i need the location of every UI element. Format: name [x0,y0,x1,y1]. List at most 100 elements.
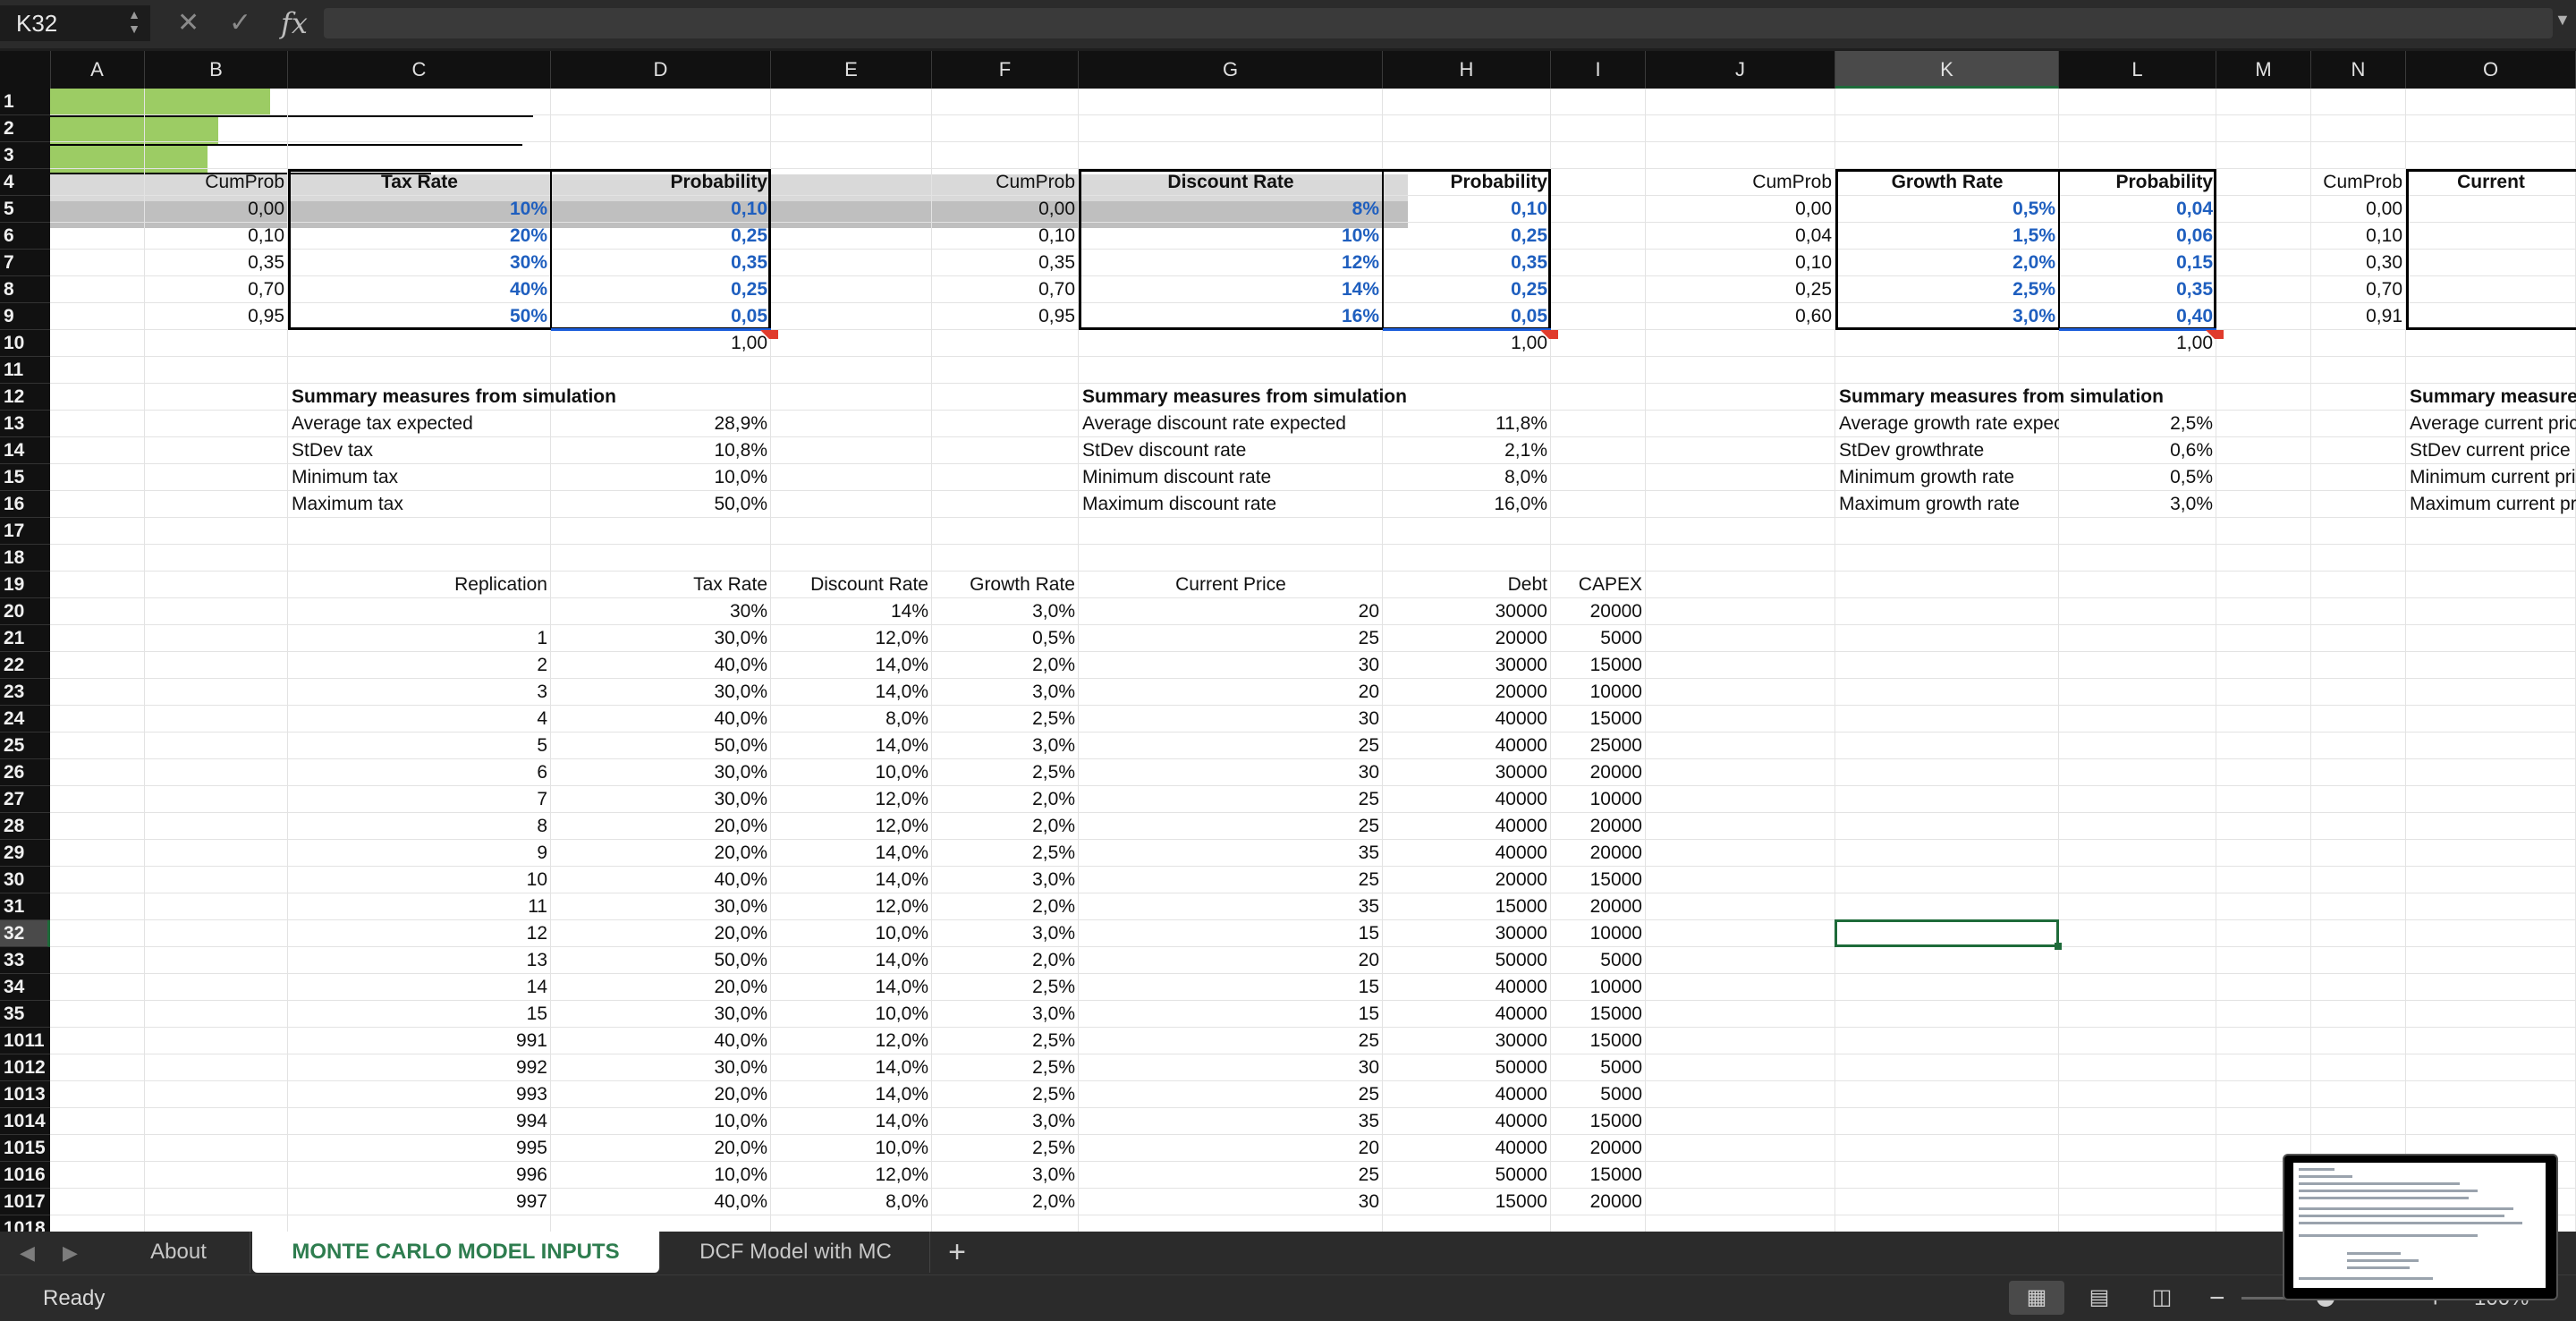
replication-cell[interactable]: 12,0% [771,1162,932,1189]
replication-header[interactable]: Discount Rate [771,572,932,598]
check-icon[interactable]: ✓ [229,5,251,41]
discount_table-prob-cell[interactable]: 0,25 [1383,276,1551,303]
replication-cell[interactable]: 30 [1079,759,1383,786]
discount_table-cumprob-cell[interactable]: 0,00 [932,196,1079,223]
column-header-l[interactable]: L [2059,51,2216,89]
replication-cell[interactable]: 10,0% [771,759,932,786]
replication-cell[interactable]: 10000 [1551,920,1646,947]
row-header-12[interactable]: 12 [0,384,50,411]
replication-cell[interactable]: 3,0% [932,867,1079,893]
replication-cell[interactable]: 14,0% [771,652,932,679]
row-header-30[interactable]: 30 [0,867,50,893]
replication-cell[interactable]: 20000 [1551,1189,1646,1215]
name-box-stepper-icon[interactable]: ▲ ▼ [125,7,143,39]
tax_table-rate-cell[interactable]: 40% [288,276,551,303]
replication-cell[interactable]: 6 [288,759,551,786]
tax_table-rate-cell[interactable]: 30% [288,250,551,276]
replication-cell[interactable]: 15000 [1551,867,1646,893]
replication-cell[interactable]: 10,0% [551,1162,771,1189]
replication-cell[interactable]: 40,0% [551,1189,771,1215]
normal-view-icon[interactable]: ▦ [2009,1281,2064,1315]
replication-cell[interactable]: 20,0% [551,1135,771,1162]
column-header-o[interactable]: O [2406,51,2576,89]
discount_table-rate-cell[interactable]: 12% [1079,250,1383,276]
summary_price-title[interactable]: Summary measures [2406,384,2576,411]
row-header-5[interactable]: 5 [0,196,50,223]
summary_discount-value[interactable]: 8,0% [1383,464,1551,491]
column-header-d[interactable]: D [551,51,771,89]
row-header-23[interactable]: 23 [0,679,50,706]
replication-cell[interactable]: 35 [1079,1108,1383,1135]
plus-icon[interactable]: + [930,1232,984,1274]
replication-cell[interactable]: 1 [288,625,551,652]
replication-cell[interactable]: 20,0% [551,840,771,867]
replication-cell[interactable]: 40000 [1383,840,1551,867]
replication-cell[interactable]: 3,0% [932,732,1079,759]
replication-cell[interactable]: 40000 [1383,1108,1551,1135]
summary_growth-value[interactable]: 2,5% [2059,411,2216,437]
replication-cell[interactable]: 25 [1079,732,1383,759]
replication-cell[interactable]: 2,0% [932,786,1079,813]
formula-input[interactable] [324,8,2553,38]
replication-cell[interactable]: 30 [1079,706,1383,732]
replication-cell[interactable]: 20 [1079,1135,1383,1162]
window-thumbnail-preview[interactable] [2283,1154,2558,1300]
row-header-19[interactable]: 19 [0,572,50,598]
row-header-13[interactable]: 13 [0,411,50,437]
replication-cell[interactable]: 8,0% [771,706,932,732]
growth_table-prob-cell[interactable]: 0,04 [2059,196,2216,223]
replication-cell[interactable]: 30,0% [551,893,771,920]
replication-cell[interactable]: 2,0% [932,893,1079,920]
replication-cell[interactable]: 25000 [1551,732,1646,759]
row-header-29[interactable]: 29 [0,840,50,867]
summary_discount-label[interactable]: Minimum discount rate [1079,464,1383,491]
row-header-2[interactable]: 2 [0,115,50,142]
replication-cell[interactable]: 12,0% [771,1028,932,1054]
replication-base-cell[interactable]: 14% [771,598,932,625]
replication-cell[interactable]: 20000 [1383,867,1551,893]
replication-cell[interactable]: 15000 [1551,706,1646,732]
summary_price-label[interactable]: StDev current price [2406,437,2576,464]
growth_table-header-cumprob[interactable]: CumProb [1646,169,1835,196]
row-header-27[interactable]: 27 [0,786,50,813]
replication-cell[interactable]: 35 [1079,893,1383,920]
replication-cell[interactable]: 14,0% [771,974,932,1001]
replication-cell[interactable]: 2,5% [932,840,1079,867]
row-header-1014[interactable]: 1014 [0,1108,50,1135]
replication-header[interactable]: Tax Rate [551,572,771,598]
row-header-34[interactable]: 34 [0,974,50,1001]
replication-cell[interactable]: 25 [1079,867,1383,893]
replication-cell[interactable]: 15000 [1383,1189,1551,1215]
replication-cell[interactable]: 14,0% [771,947,932,974]
growth_table-cumprob-cell[interactable]: 0,25 [1646,276,1835,303]
replication-cell[interactable]: 3 [288,679,551,706]
replication-header[interactable]: Debt [1383,572,1551,598]
discount_table-rate-cell[interactable]: 16% [1079,303,1383,330]
replication-cell[interactable]: 11 [288,893,551,920]
row-header-1015[interactable]: 1015 [0,1135,50,1162]
price-cumprob-cell[interactable]: 0,00 [2311,196,2406,223]
replication-cell[interactable]: 15000 [1551,1001,1646,1028]
replication-cell[interactable]: 30000 [1383,759,1551,786]
replication-cell[interactable]: 14,0% [771,1081,932,1108]
row-header-31[interactable]: 31 [0,893,50,920]
summary_tax-label[interactable]: Maximum tax [288,491,551,518]
replication-cell[interactable]: 50000 [1383,1054,1551,1081]
replication-cell[interactable]: 20,0% [551,974,771,1001]
replication-cell[interactable]: 40000 [1383,732,1551,759]
replication-cell[interactable]: 30,0% [551,1001,771,1028]
replication-cell[interactable]: 14,0% [771,1108,932,1135]
growth_table-cumprob-cell[interactable]: 0,00 [1646,196,1835,223]
summary_tax-value[interactable]: 28,9% [551,411,771,437]
replication-cell[interactable]: 10,0% [771,1135,932,1162]
tax_table-prob-cell[interactable]: 0,25 [551,223,771,250]
replication-base-cell[interactable]: 30% [551,598,771,625]
replication-cell[interactable]: 35 [1079,840,1383,867]
replication-cell[interactable]: 996 [288,1162,551,1189]
summary_tax-label[interactable]: StDev tax [288,437,551,464]
replication-cell[interactable]: 2,0% [932,1189,1079,1215]
growth_table-header-probability[interactable]: Probability [2059,169,2216,196]
replication-cell[interactable]: 5 [288,732,551,759]
row-header-24[interactable]: 24 [0,706,50,732]
growth_table-cumprob-cell[interactable]: 0,04 [1646,223,1835,250]
